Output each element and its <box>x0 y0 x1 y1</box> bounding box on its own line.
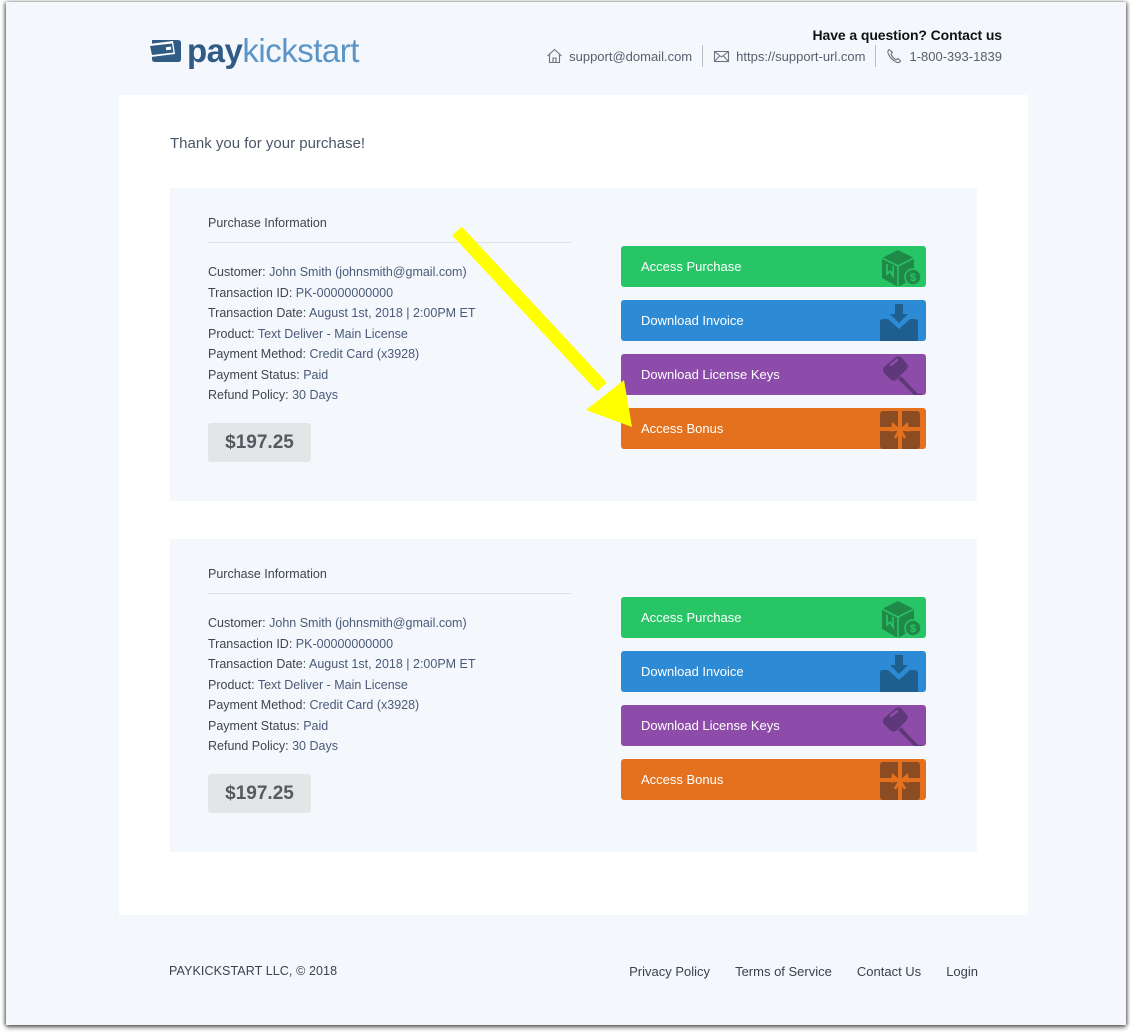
gift-icon <box>880 762 920 800</box>
svg-text:$: $ <box>910 272 916 284</box>
wallet-card-icon <box>149 40 181 62</box>
detail-customer: Customer: John Smith (johnsmith@gmail.co… <box>208 616 467 630</box>
key-icon <box>883 356 922 395</box>
purchase-actions: Access Purchase $ Download Invoice Downl… <box>621 597 926 813</box>
detail-transaction-id: Transaction ID: PK-00000000000 <box>208 636 394 651</box>
contact-url[interactable]: https://support-url.com <box>703 45 875 67</box>
purchase-card: Purchase Information Customer: John Smit… <box>170 539 977 852</box>
login-link[interactable]: Login <box>946 964 978 979</box>
divider <box>208 593 571 594</box>
phone-icon <box>887 48 902 64</box>
contact-url-text: https://support-url.com <box>736 48 866 64</box>
box-dollar-icon: $ <box>881 250 922 287</box>
contact-us-link[interactable]: Contact Us <box>857 964 921 979</box>
contact-email[interactable]: support@domail.com <box>536 45 702 67</box>
price-badge: $197.25 <box>208 423 311 462</box>
detail-payment-method: Payment Method: Credit Card (x3928) <box>208 347 420 361</box>
contact-email-text: support@domail.com <box>569 48 693 64</box>
button-label: Access Bonus <box>641 421 724 436</box>
button-label: Download License Keys <box>641 367 780 382</box>
box-dollar-icon: $ <box>881 601 922 638</box>
contact-title: Have a question? Contact us <box>812 27 1003 43</box>
purchase-info-title: Purchase Information <box>208 567 327 581</box>
privacy-policy-link[interactable]: Privacy Policy <box>629 964 710 979</box>
access-bonus-button[interactable]: Access Bonus <box>621 759 926 800</box>
access-bonus-button[interactable]: Access Bonus <box>621 408 926 449</box>
purchase-details: Customer: John Smith (johnsmith@gmail.co… <box>208 613 476 757</box>
footer-nav: Privacy Policy Terms of Service Contact … <box>629 964 978 979</box>
envelope-icon <box>714 50 730 63</box>
footer-copyright: PAYKICKSTART LLC, © 2018 <box>169 964 338 978</box>
purchase-actions: Access Purchase $ Download Invoice Downl… <box>621 246 926 462</box>
detail-refund-policy: Refund Policy: 30 Days <box>208 388 338 402</box>
detail-customer: Customer: John Smith (johnsmith@gmail.co… <box>208 265 467 279</box>
purchase-card: Purchase Information Customer: John Smit… <box>170 188 977 501</box>
detail-product: Product: Text Deliver - Main License <box>208 677 408 692</box>
download-license-keys-button[interactable]: Download License Keys <box>621 354 926 395</box>
detail-payment-status: Payment Status: Paid <box>208 718 329 733</box>
svg-text:$: $ <box>910 623 916 635</box>
download-tray-icon <box>880 655 918 692</box>
browser-window: paykickstart Have a question? Contact us… <box>6 2 1126 1025</box>
button-label: Access Purchase <box>641 259 742 274</box>
detail-transaction-id: Transaction ID: PK-00000000000 <box>208 285 394 300</box>
button-label: Access Purchase <box>641 610 742 625</box>
download-tray-icon <box>880 304 918 341</box>
access-purchase-button[interactable]: Access Purchase $ <box>621 246 926 287</box>
detail-refund-policy: Refund Policy: 30 Days <box>208 739 338 753</box>
contact-row: support@domail.com https://support-url.c… <box>536 45 1002 67</box>
gift-icon <box>880 411 920 449</box>
download-invoice-button[interactable]: Download Invoice <box>621 651 926 692</box>
purchase-details: Customer: John Smith (johnsmith@gmail.co… <box>208 262 476 406</box>
contact-phone-text: 1-800-393-1839 <box>909 48 1002 64</box>
home-icon <box>547 48 562 64</box>
terms-of-service-link[interactable]: Terms of Service <box>735 964 832 979</box>
thank-you-heading: Thank you for your purchase! <box>170 135 366 152</box>
divider <box>208 242 571 243</box>
detail-transaction-date: Transaction Date: August 1st, 2018 | 2:0… <box>208 657 476 671</box>
access-purchase-button[interactable]: Access Purchase $ <box>621 597 926 638</box>
paykickstart-logo[interactable]: paykickstart <box>149 30 359 70</box>
download-invoice-button[interactable]: Download Invoice <box>621 300 926 341</box>
download-license-keys-button[interactable]: Download License Keys <box>621 705 926 746</box>
detail-product: Product: Text Deliver - Main License <box>208 326 408 341</box>
logo-text: paykickstart <box>187 31 359 69</box>
purchase-info-title: Purchase Information <box>208 216 327 230</box>
detail-transaction-date: Transaction Date: August 1st, 2018 | 2:0… <box>208 306 476 320</box>
key-icon <box>883 707 922 746</box>
button-label: Download Invoice <box>641 313 744 328</box>
detail-payment-status: Payment Status: Paid <box>208 367 329 382</box>
button-label: Access Bonus <box>641 772 724 787</box>
contact-phone[interactable]: 1-800-393-1839 <box>876 45 1002 67</box>
detail-payment-method: Payment Method: Credit Card (x3928) <box>208 698 420 712</box>
button-label: Download License Keys <box>641 718 780 733</box>
price-badge: $197.25 <box>208 774 311 813</box>
main-card: Thank you for your purchase! Purchase In… <box>119 95 1028 915</box>
button-label: Download Invoice <box>641 664 744 679</box>
